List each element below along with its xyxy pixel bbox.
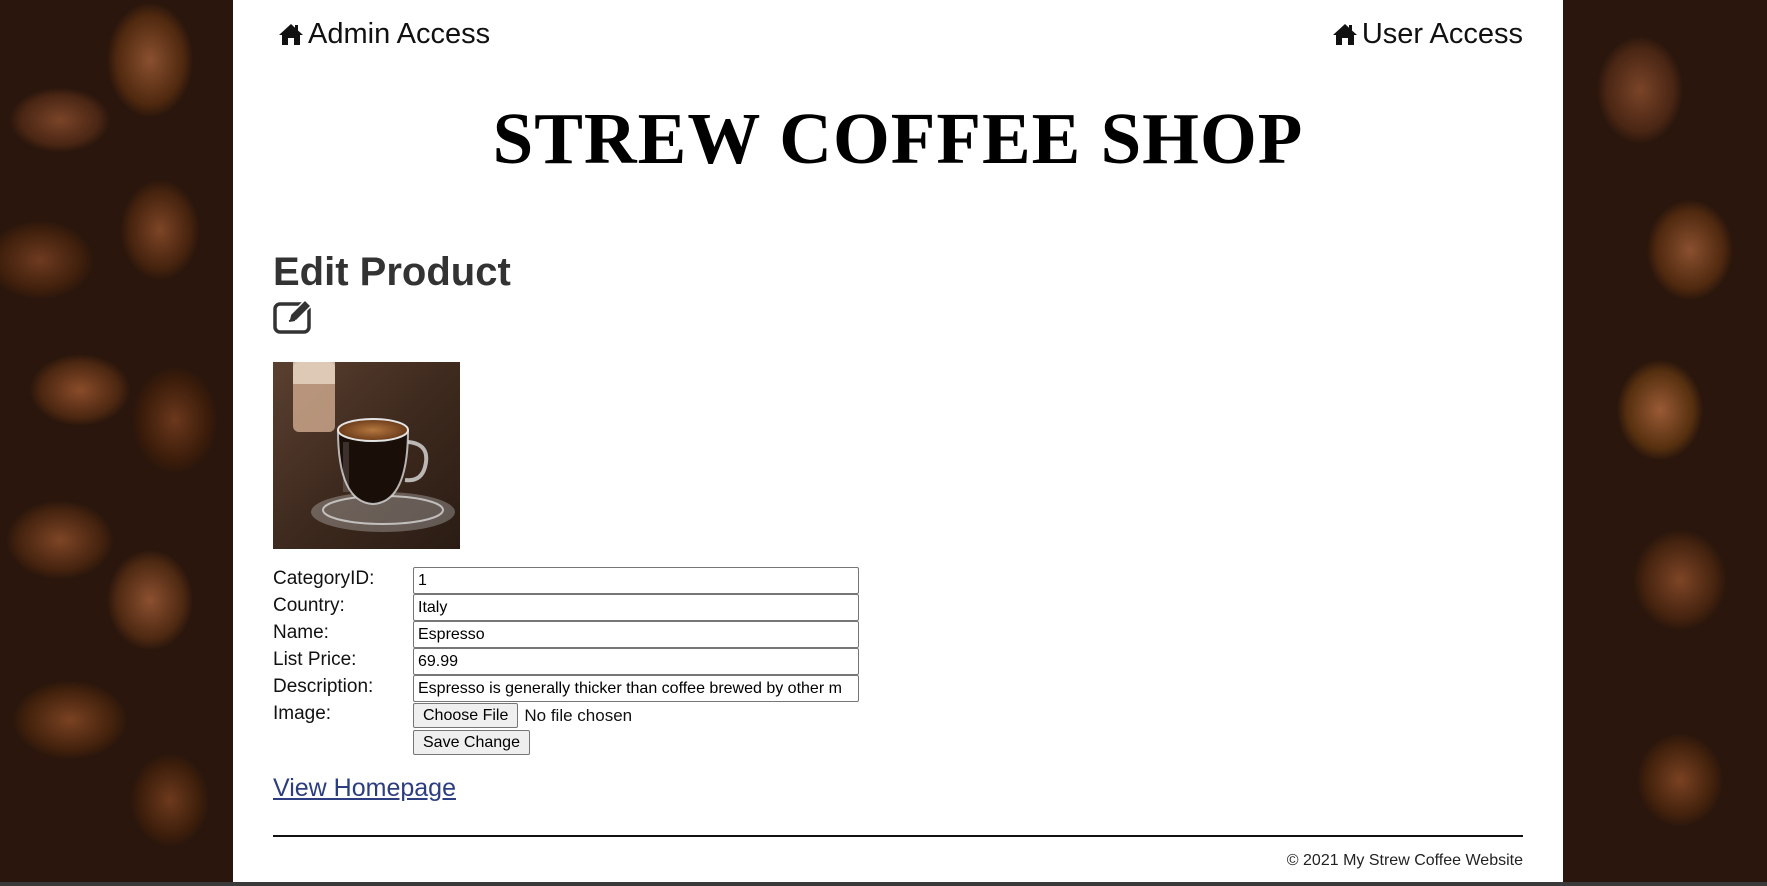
home-icon xyxy=(1332,24,1357,45)
description-input[interactable]: Espresso is generally thicker than coffe… xyxy=(413,675,859,702)
page-container: Admin Access User Access STREW COFFEE SH… xyxy=(233,0,1563,882)
home-icon xyxy=(279,24,303,45)
description-label: Description: xyxy=(273,676,374,697)
price-label: List Price: xyxy=(273,649,357,670)
footer-divider xyxy=(273,835,1523,837)
file-status: No file chosen xyxy=(524,705,633,725)
image-label: Image: xyxy=(273,703,332,724)
category-input[interactable]: 1 xyxy=(413,567,859,594)
save-row: Save Change xyxy=(413,729,859,756)
country-input[interactable]: Italy xyxy=(413,594,859,621)
edit-product-form: CategoryID: 1 Country: Italy Name: Espre… xyxy=(273,567,1523,756)
price-input[interactable]: 69.99 xyxy=(413,648,859,675)
user-access-label: User Access xyxy=(1361,17,1523,50)
bottom-edge-bar xyxy=(0,882,1767,886)
category-label: CategoryID: xyxy=(273,568,375,589)
save-change-button[interactable]: Save Change xyxy=(413,730,530,755)
admin-access-link[interactable]: Admin Access xyxy=(278,18,490,51)
choose-file-button[interactable]: Choose File xyxy=(413,703,519,728)
user-access-link[interactable]: User Access xyxy=(1332,18,1523,51)
top-nav: Admin Access User Access xyxy=(278,16,1523,52)
edit-icon xyxy=(273,298,313,334)
name-label: Name: xyxy=(273,622,329,643)
country-label: Country: xyxy=(273,595,345,616)
footer-copyright: © 2021 My Strew Coffee Website xyxy=(1286,852,1523,869)
image-file-input: Choose File No file chosen xyxy=(413,702,859,729)
espresso-product-image xyxy=(273,362,460,549)
name-input[interactable]: Espresso xyxy=(413,621,859,648)
main-content: Edit Product CategoryID: 1 Country: Ital… xyxy=(273,252,1523,803)
view-homepage-link[interactable]: View Homepage xyxy=(273,774,456,803)
page-heading: Edit Product xyxy=(273,250,511,294)
site-title: STREW COFFEE SHOP xyxy=(492,98,1304,179)
admin-access-label: Admin Access xyxy=(308,17,491,50)
